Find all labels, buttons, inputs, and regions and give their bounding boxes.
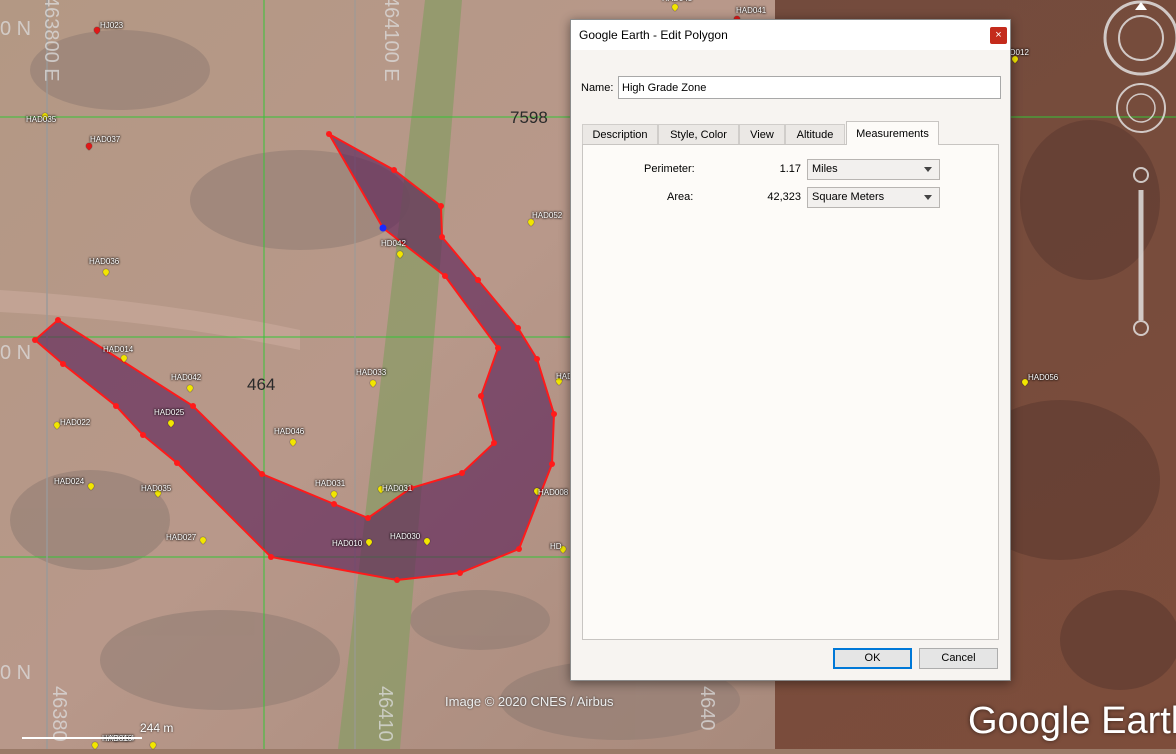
grid-label: 463800 E: [40, 0, 62, 82]
placemark-label[interactable]: HD: [550, 542, 562, 551]
region-label: 7598: [510, 108, 548, 127]
area-label: Area:: [667, 191, 694, 203]
placemark-label[interactable]: HAD035: [141, 484, 171, 493]
placemark-label[interactable]: HAD042: [171, 373, 201, 382]
placemark-label[interactable]: HAD010: [332, 539, 362, 548]
grid-label: 0 N: [0, 662, 32, 684]
tab-style-color[interactable]: Style, Color: [658, 124, 739, 144]
placemark-label[interactable]: HAD030: [390, 532, 420, 541]
region-label: 464: [247, 375, 276, 394]
grid-label: 0 N: [0, 342, 32, 364]
placemark-label[interactable]: HAD014: [103, 345, 133, 354]
google-earth-logo: Google Earth: [968, 700, 1176, 742]
placemark-label[interactable]: HAD052: [532, 211, 562, 220]
placemark-label[interactable]: HAD022: [60, 418, 90, 427]
placemark-label[interactable]: HAD031: [315, 479, 345, 488]
placemark-label[interactable]: HJ023: [100, 21, 123, 30]
grid-label: 0 N: [0, 18, 32, 40]
area-unit-value: Square Meters: [812, 191, 885, 203]
placemark-label[interactable]: HD042: [381, 239, 406, 248]
placemark-label[interactable]: HAD041: [736, 6, 766, 15]
perimeter-unit-select[interactable]: Miles: [807, 159, 940, 180]
ok-button[interactable]: OK: [833, 648, 912, 669]
name-label: Name:: [581, 82, 614, 94]
tab-altitude[interactable]: Altitude: [785, 124, 845, 144]
placemark-label[interactable]: HAD008: [538, 488, 568, 497]
dialog-title: Google Earth - Edit Polygon: [579, 28, 728, 42]
cancel-button[interactable]: Cancel: [919, 648, 998, 669]
grid-label: 46380: [48, 686, 70, 742]
tab-view[interactable]: View: [739, 124, 785, 144]
placemark-label[interactable]: HAD046: [274, 427, 304, 436]
placemark-label[interactable]: HAD031: [382, 484, 412, 493]
image-credit: Image © 2020 CNES / Airbus: [445, 694, 614, 709]
placemark-label[interactable]: HAD056: [1028, 373, 1058, 382]
area-unit-select[interactable]: Square Meters: [807, 187, 940, 208]
perimeter-unit-value: Miles: [812, 163, 838, 175]
name-input[interactable]: [618, 76, 1001, 99]
placemark-label[interactable]: HAD037: [90, 135, 120, 144]
grid-label: 464100 E: [380, 0, 402, 82]
perimeter-label: Perimeter:: [644, 163, 695, 175]
edit-polygon-dialog[interactable]: Google Earth - Edit Polygon × Name: Desc…: [570, 19, 1011, 681]
chevron-down-icon: [924, 195, 932, 200]
grid-label: 4640: [696, 686, 718, 731]
placemark-label[interactable]: HAD024: [54, 477, 84, 486]
placemark-label[interactable]: HAD027: [166, 533, 196, 542]
placemark-label[interactable]: HAD033: [356, 368, 386, 377]
placemark-label[interactable]: HAD025: [154, 408, 184, 417]
selected-vertex[interactable]: [379, 224, 387, 232]
tab-measurements[interactable]: Measurements: [846, 121, 939, 145]
chevron-down-icon: [924, 167, 932, 172]
dialog-titlebar[interactable]: Google Earth - Edit Polygon ×: [571, 20, 1010, 50]
area-value: 42,323: [767, 191, 801, 203]
scale-label: 244 m: [140, 721, 174, 735]
measurements-panel: Perimeter: 1.17 Miles Area: 42,323 Squar…: [582, 144, 999, 640]
tab-description[interactable]: Description: [582, 124, 658, 144]
scale-bar: [22, 737, 142, 739]
perimeter-value: 1.17: [779, 163, 801, 175]
placemark-label[interactable]: HAD035: [26, 115, 56, 124]
close-icon[interactable]: ×: [990, 27, 1007, 44]
placemark-label[interactable]: HAD036: [89, 257, 119, 266]
placemark-label[interactable]: HAD043: [662, 0, 692, 3]
grid-label: 46410: [374, 686, 396, 742]
